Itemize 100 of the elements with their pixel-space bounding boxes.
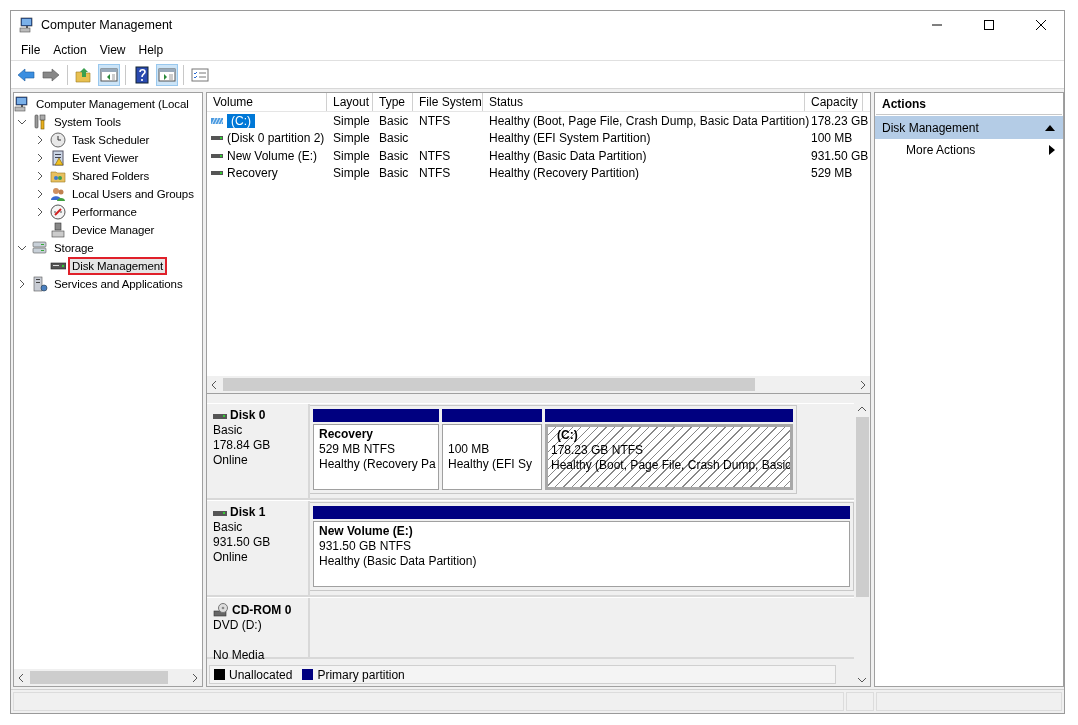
action-section[interactable]: Disk Management [875,116,1063,139]
menu-item[interactable]: File [15,42,48,57]
table-cell: Simple [333,148,370,163]
maximize-icon [981,18,997,32]
partition-box[interactable]: New Volume (E:) 931.50 GB NTFS Healthy (Basic Data Partition) [313,521,850,587]
striped-drive-icon [211,116,223,125]
disk-name: Disk 1 [230,505,266,520]
disk-status: Online [213,453,249,468]
table-cell: Healthy (Basic Data Partition) [489,148,647,163]
performance-icon [50,204,66,220]
table-cell: 529 MB [811,166,853,181]
table-cell: Basic [379,148,409,163]
table-cell: 100 MB [811,131,853,146]
menu-item[interactable]: View [93,42,133,57]
legend-label: Unallocated [229,667,293,682]
disk-name: CD-ROM 0 [232,602,292,618]
table-cell: 178.23 GB [811,113,869,128]
pane-splitter[interactable] [207,393,870,403]
disk-size: 178.84 GB [213,438,272,453]
expand-chevron-icon[interactable] [35,153,45,163]
partition-status: Healthy (Basic Data Partition) [319,554,477,568]
partition-box[interactable]: (C:) 178.23 GB NTFS Healthy (Boot, Page File, Crash Dump, Basic [545,424,793,490]
table-cell[interactable]: (Disk 0 partition 2) [227,131,325,146]
partition-box[interactable]: 100 MB Healthy (EFI Sy [442,424,542,490]
tree-item[interactable]: Computer Management (Local [32,95,193,113]
disk-name: Disk 0 [230,408,266,423]
tree-item[interactable]: System Tools [50,113,125,131]
event-log-icon [50,150,66,166]
properties-icon [191,65,209,84]
expand-chevron-icon[interactable] [17,279,27,289]
table-cell: Simple [333,113,370,128]
partition-box[interactable]: Recovery 529 MB NTFS Healthy (Recovery Pa [313,424,439,490]
partition-name: (C:) [556,428,578,442]
tree-item[interactable]: Shared Folders [68,167,154,185]
table-cell: Simple [333,166,370,181]
table-cell[interactable]: New Volume (E:) [227,148,318,163]
table-cell: Healthy (Recovery Partition) [489,166,640,181]
disk-size: 931.50 GB [213,535,272,550]
server-icon [32,276,48,292]
storage-icon [32,240,48,256]
device-icon [50,222,66,238]
table-cell: Healthy (EFI System Partition) [489,131,651,146]
scrollbar[interactable] [207,376,870,393]
disk-type: DVD (D:) [213,618,263,633]
table-cell: NTFS [419,166,451,181]
partition-size: 100 MB [448,442,490,456]
tools-icon [32,114,48,130]
users-icon [50,186,66,202]
computer-icon [14,96,30,112]
scrollbar[interactable] [14,669,202,686]
partition-name: Recovery [319,427,374,441]
partition-name: New Volume (E:) [319,524,413,538]
tree-item[interactable]: Local Users and Groups [68,185,198,203]
disk-status: Online [213,550,249,565]
tree-item[interactable]: Services and Applications [50,275,187,293]
table-cell: NTFS [419,113,451,128]
cd-drive-icon [213,602,229,618]
table-cell[interactable]: Recovery [227,166,278,181]
tree-item[interactable]: Disk Management [68,257,168,275]
disk-status: No Media [213,648,266,663]
table-cell: NTFS [419,148,451,163]
action-item[interactable]: More Actions [875,139,1063,161]
help-icon [133,65,151,84]
tree-item[interactable]: Task Scheduler [68,131,154,149]
forward-arrow-icon [42,65,60,84]
expand-chevron-icon[interactable] [35,189,45,199]
menu-item[interactable]: Action [47,42,94,57]
tree-item[interactable]: Event Viewer [68,149,143,167]
table-cell: 931.50 GB [811,148,869,163]
right-triangle-icon [1049,145,1055,155]
partition-size: 529 MB NTFS [319,442,396,456]
partition-status: Healthy (Boot, Page File, Crash Dump, Basic [551,458,790,472]
partition-status: Healthy (Recovery Pa [319,457,436,471]
partition-status: Healthy (EFI Sy [448,457,533,471]
table-cell: Healthy (Boot, Page File, Crash Dump, Basic Data Partition) [489,113,810,128]
menu-item[interactable]: Help [132,42,171,57]
close-icon [1033,18,1049,32]
disk-type: Basic [213,423,244,438]
partition-size: 931.50 GB NTFS [319,539,412,553]
expand-chevron-icon[interactable] [35,135,45,145]
legend-label: Primary partition [317,667,405,682]
shared-folder-icon [50,168,66,184]
collapse-chevron-icon[interactable] [17,243,27,253]
disk-type: Basic [213,520,244,535]
tree-item[interactable]: Storage [50,239,98,257]
table-cell: Basic [379,113,409,128]
pane-icon [158,65,176,84]
expand-chevron-icon[interactable] [35,207,45,217]
clock-icon [50,132,66,148]
window-title: Computer Management [41,18,174,32]
table-cell: Basic [379,131,409,146]
table-cell: Basic [379,166,409,181]
tree-item[interactable]: Performance [68,203,141,221]
expand-chevron-icon[interactable] [35,171,45,181]
folder-up-icon [75,65,93,84]
tree-item[interactable]: Device Manager [68,221,159,239]
table-cell[interactable]: (C:) [227,113,255,128]
table-cell: Simple [333,131,370,146]
pane-icon [100,65,118,84]
collapse-chevron-icon[interactable] [17,117,27,127]
